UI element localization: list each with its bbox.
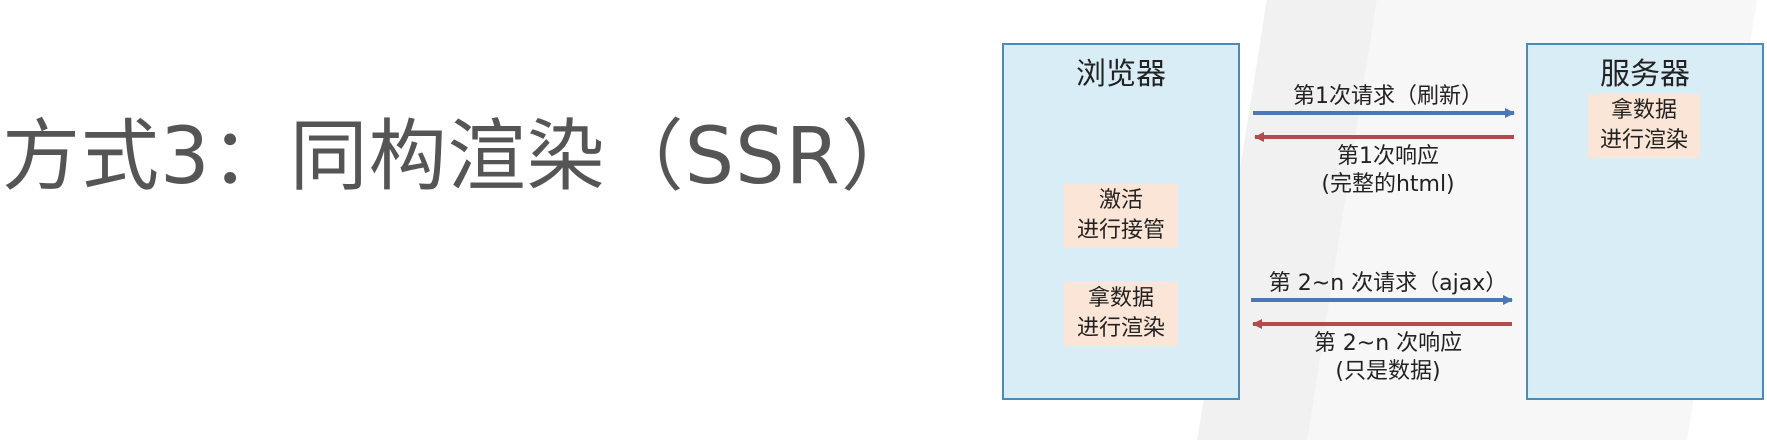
responseN-label: 第 2~n 次响应 (只是数据)	[1283, 330, 1493, 386]
request1-label: 第1次请求（刷新）	[1283, 83, 1493, 111]
message-line: 第1次请求（刷新）	[1293, 84, 1483, 109]
requestN-label: 第 2~n 次请求（ajax）	[1263, 270, 1513, 298]
message-line: (完整的html)	[1321, 172, 1455, 197]
message-line: 第 2~n 次请求（ajax）	[1268, 271, 1508, 296]
message-line: 第 2~n 次响应	[1313, 331, 1463, 356]
message-line: (只是数据)	[1335, 359, 1441, 384]
message-arrows	[1251, 108, 1515, 329]
response1-label: 第1次响应 (完整的html)	[1283, 143, 1493, 199]
message-line: 第1次响应	[1337, 144, 1439, 169]
